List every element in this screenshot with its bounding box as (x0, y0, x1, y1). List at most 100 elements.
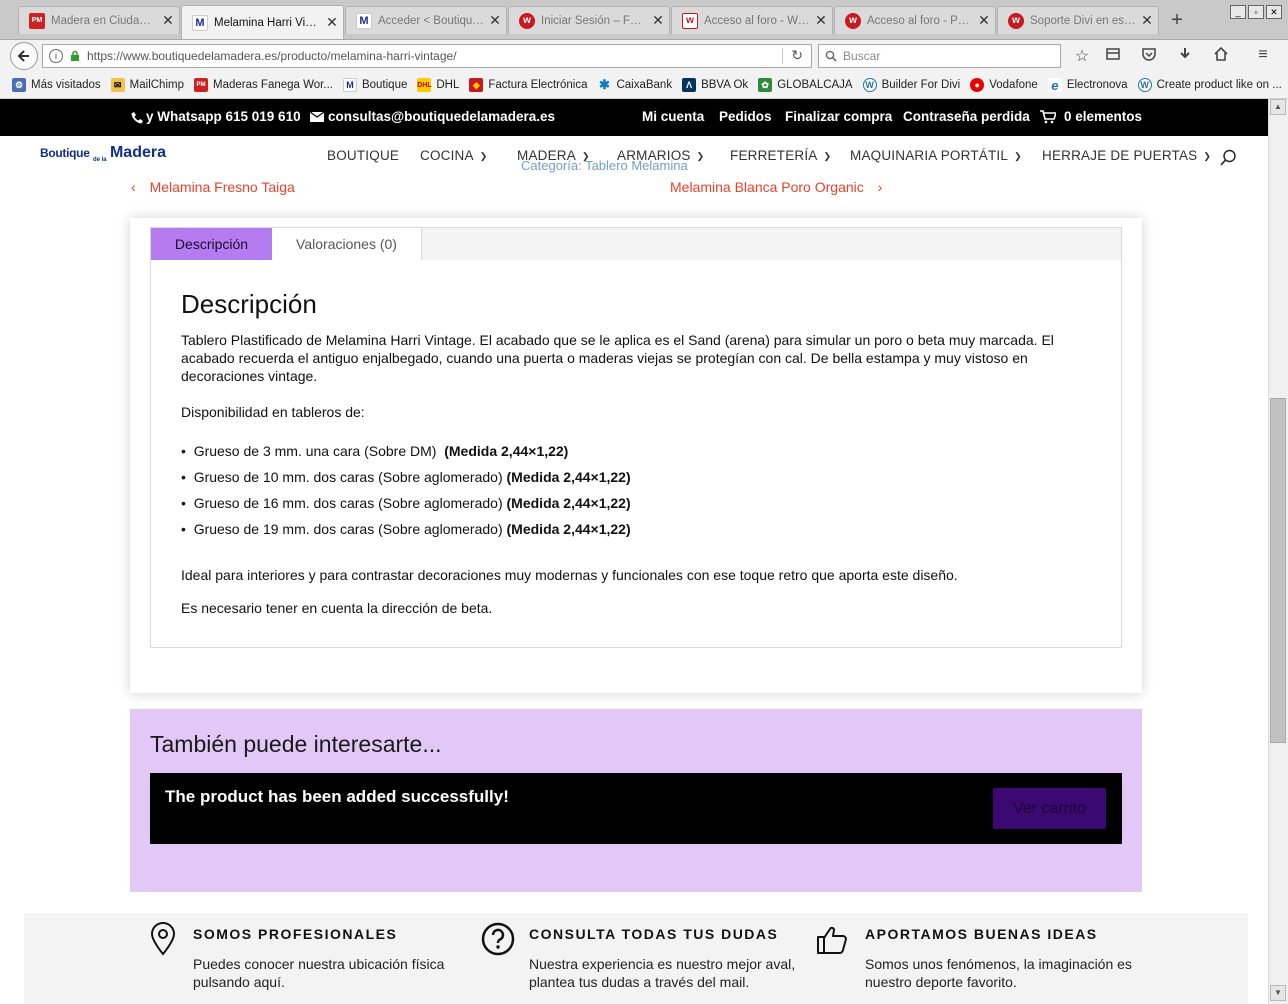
next-product-link[interactable]: Melamina Blanca Poro Organic › (670, 179, 882, 195)
tab-title: Soporte Divi en esp... (1030, 14, 1136, 27)
close-icon[interactable]: ✕ (484, 12, 506, 29)
bookmark-dhl[interactable]: DHL DHL (417, 78, 459, 92)
tab-label: Descripción (174, 236, 249, 252)
menu-maquinaria[interactable]: MAQUINARIA PORTÁTIL ❯ (850, 148, 1022, 163)
info-icon[interactable]: i (49, 49, 63, 63)
bookmark-boutique[interactable]: M Boutique (342, 78, 408, 92)
chevron-down-icon: ❯ (696, 151, 705, 161)
w-favicon-icon: w (1008, 12, 1024, 29)
browser-tab[interactable]: M Acceder < Boutique ... ✕ (345, 6, 507, 34)
description-heading: Descripción (181, 289, 317, 319)
previous-product-link[interactable]: ‹ Melamina Fresno Taiga (131, 179, 295, 195)
bookmark-create-product[interactable]: W Create product like on ... (1137, 78, 1282, 92)
scrollbar-thumb[interactable] (1270, 398, 1286, 743)
browser-tab[interactable]: w Iniciar Sesión – Foro ... ✕ (508, 6, 670, 34)
finalizar-compra-link[interactable]: Finalizar compra (785, 109, 892, 124)
restore-button[interactable]: ▫ (1248, 5, 1264, 19)
search-input[interactable]: Buscar (818, 44, 1061, 68)
bookmark-maderas-fanega[interactable]: PM Maderas Fanega Wor... (194, 78, 333, 92)
cart-count[interactable]: 0 elementos (1064, 109, 1142, 124)
email-link[interactable]: consultas@boutiquedelamadera.es (328, 109, 555, 124)
logo-word-madera: Madera (109, 144, 166, 161)
home-icon[interactable] (1210, 46, 1232, 66)
dhl-icon: DHL (417, 78, 432, 92)
close-icon[interactable]: ✕ (321, 14, 343, 31)
cart-icon[interactable] (1040, 110, 1056, 124)
library-icon[interactable] (1102, 46, 1124, 66)
bookmark-label: Electronova (1066, 79, 1128, 91)
w-favicon-icon: w (682, 12, 698, 29)
menu-ferreteria[interactable]: FERRETERÍA ❯ (730, 148, 831, 163)
menu-cocina[interactable]: COCINA ❯ (420, 148, 487, 163)
bookmark-vodafone[interactable]: ● Vodafone (970, 78, 1038, 92)
m-favicon-icon: M (356, 12, 372, 29)
bbva-icon: Λ (682, 78, 697, 92)
shield-icon: ◆ (469, 78, 484, 92)
new-tab-button[interactable]: + (1166, 10, 1188, 32)
browser-tab-active[interactable]: M Melamina Harri Vinta... ✕ (181, 5, 344, 39)
bookmark-label: Maderas Fanega Wor... (213, 79, 333, 91)
mi-cuenta-link[interactable]: Mi cuenta (642, 109, 704, 124)
pedidos-link[interactable]: Pedidos (719, 109, 772, 124)
minimize-button[interactable]: _ (1230, 5, 1246, 19)
ver-carrito-button[interactable]: Ver carrito (993, 788, 1106, 829)
tab-title: Acceso al foro - Pre... (867, 14, 973, 27)
tab-title: Melamina Harri Vinta... (214, 16, 321, 29)
bookmark-label: Más visitados (31, 79, 101, 91)
download-icon[interactable] (1174, 46, 1196, 66)
list-item: • Grueso de 10 mm. dos caras (Sobre aglo… (181, 469, 631, 485)
browser-tab[interactable]: w Acceso al foro - Pre... ✕ (834, 6, 996, 34)
chevron-down-icon: ❯ (1014, 151, 1022, 161)
tab-label: Valoraciones (0) (296, 236, 397, 252)
reload-icon[interactable]: ↻ (791, 47, 803, 64)
contrasena-perdida-link[interactable]: Contraseña perdida (903, 109, 1030, 124)
w-favicon-icon: w (845, 12, 861, 29)
close-icon[interactable]: ✕ (647, 12, 669, 29)
phone-text[interactable]: y Whatsapp 615 019 610 (146, 109, 301, 124)
site-logo[interactable]: Boutique de la Madera (40, 144, 166, 163)
bookmark-electronova[interactable]: e Electronova (1047, 78, 1128, 93)
url-bar[interactable]: i https://www.boutiquedelamadera.es/prod… (42, 44, 812, 68)
back-arrow-icon (17, 50, 29, 62)
close-icon[interactable]: ✕ (810, 12, 832, 29)
hamburger-menu-icon[interactable]: ≡ (1252, 46, 1274, 66)
search-icon[interactable] (1220, 149, 1237, 166)
pocket-icon[interactable] (1138, 46, 1160, 66)
bookmark-factura[interactable]: ◆ Factura Electrónica (469, 78, 587, 92)
browser-tab[interactable]: w Acceso al foro - We... ✕ (671, 6, 833, 34)
menu-label: FERRETERÍA (730, 148, 818, 163)
bookmark-star-icon[interactable]: ☆ (1071, 46, 1093, 66)
close-icon[interactable]: ✕ (1136, 12, 1158, 29)
close-window-button[interactable]: ✕ (1266, 5, 1282, 19)
scroll-down-arrow-icon[interactable]: ▼ (1270, 985, 1286, 1001)
bookmark-builder-divi[interactable]: W Builder For Divi (862, 78, 960, 92)
browser-tab[interactable]: w Soporte Divi en esp... ✕ (997, 6, 1159, 34)
bookmark-mailchimp[interactable]: ✉ MailChimp (110, 78, 184, 92)
item-size: (Medida 2,44×1,22) (444, 443, 569, 459)
close-icon[interactable]: ✕ (973, 12, 995, 29)
back-button[interactable] (10, 42, 38, 70)
chevron-left-icon: ‹ (131, 179, 136, 195)
bookmark-caixabank[interactable]: ✱ CaixaBank (597, 77, 672, 92)
navigation-bar: i https://www.boutiquedelamadera.es/prod… (0, 40, 1288, 72)
bookmark-globalcaja[interactable]: ✿ GLOBALCAJA (758, 78, 853, 92)
bookmark-mas-visitados[interactable]: ⚙ Más visitados (12, 78, 101, 92)
menu-label: BOUTIQUE (327, 148, 400, 163)
menu-herraje[interactable]: HERRAJE DE PUERTAS ❯ (1042, 148, 1211, 163)
pm-icon: PM (194, 78, 208, 92)
bookmark-label: Factura Electrónica (488, 79, 588, 91)
scroll-up-arrow-icon[interactable]: ▲ (1270, 99, 1286, 115)
bookmark-label: Boutique (361, 79, 408, 91)
bookmark-bbva[interactable]: Λ BBVA Ok (682, 78, 748, 92)
tab-valoraciones[interactable]: Valoraciones (0) (272, 228, 422, 260)
browser-tab[interactable]: PM Madera en Ciudad R... ✕ (18, 6, 180, 34)
tab-descripcion[interactable]: Descripción (151, 228, 272, 260)
gear-icon: ⚙ (12, 78, 26, 92)
prev-product-title: Melamina Fresno Taiga (149, 179, 295, 195)
category-link[interactable]: Categoría: Tablero Melamina (521, 158, 688, 173)
bookmark-label: GLOBALCAJA (777, 79, 853, 91)
menu-boutique[interactable]: BOUTIQUE (327, 148, 399, 163)
close-icon[interactable]: ✕ (157, 12, 179, 29)
lock-icon (71, 50, 79, 61)
feature-text[interactable]: Puedes conocer nuestra ubicación física … (193, 955, 463, 991)
